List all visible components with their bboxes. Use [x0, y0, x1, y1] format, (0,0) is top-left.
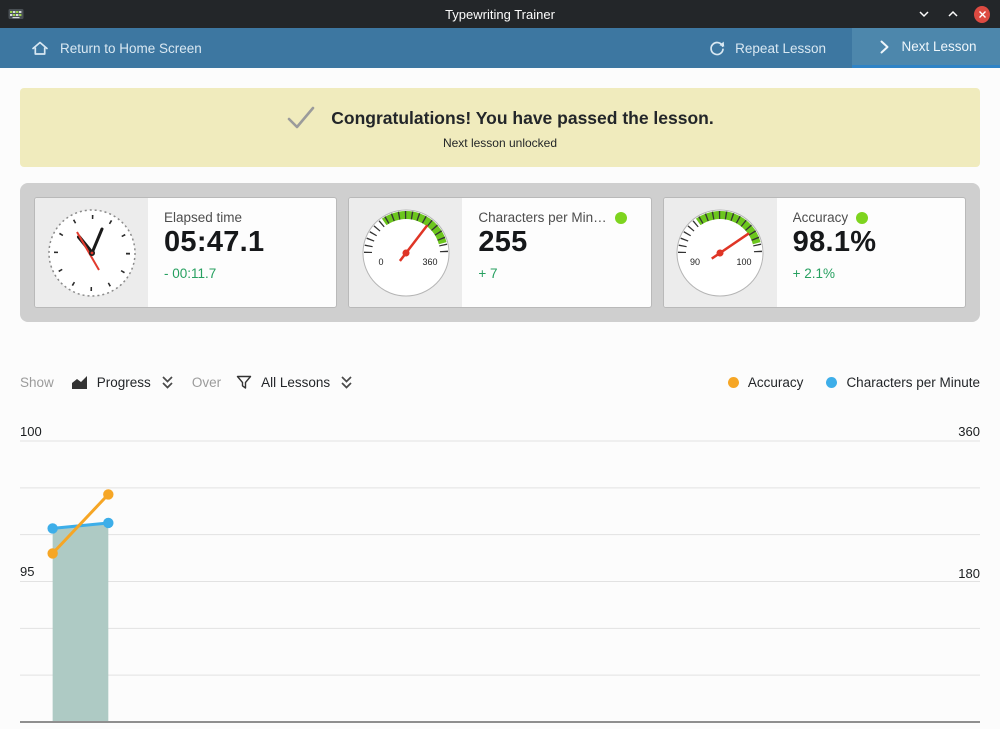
repeat-lesson-label: Repeat Lesson [735, 41, 826, 56]
banner-title: Congratulations! You have passed the les… [331, 108, 714, 129]
window-title: Typewriting Trainer [0, 7, 1000, 22]
chevron-double-down-icon [338, 373, 355, 392]
accuracy-label: Accuracy [793, 210, 849, 225]
stats-panel: Elapsed time 05:47.1 - 00:11.7 0 360 [20, 183, 980, 322]
accuracy-card: 90 100 Accuracy 98.1% + 2.1% [663, 197, 966, 308]
cpm-legend-label: Characters per Minute [846, 375, 980, 390]
filter-icon [235, 373, 253, 391]
close-icon [974, 6, 990, 23]
elapsed-time-delta: - 00:11.7 [164, 266, 320, 281]
accuracy-legend-dot [728, 377, 739, 388]
cpm-legend-dot [826, 377, 837, 388]
toolbar: Return to Home Screen Repeat Lesson Next… [0, 28, 1000, 68]
cpm-status-dot [615, 212, 627, 224]
metric-selector[interactable]: Progress [70, 373, 176, 392]
return-home-button[interactable]: Return to Home Screen [12, 28, 220, 68]
next-lesson-label: Next Lesson [901, 39, 976, 54]
lesson-filter[interactable]: All Lessons [235, 373, 355, 392]
toolbar-right: Repeat Lesson Next Lesson [682, 28, 1000, 68]
close-button[interactable] [974, 6, 990, 22]
accuracy-status-dot [856, 212, 868, 224]
minimize-button[interactable] [916, 6, 932, 22]
lesson-filter-value: All Lessons [261, 375, 330, 390]
next-lesson-button[interactable]: Next Lesson [852, 28, 1000, 68]
metric-selector-value: Progress [97, 375, 151, 390]
chevron-right-icon [875, 38, 893, 56]
accuracy-legend-label: Accuracy [748, 375, 804, 390]
maximize-button[interactable] [945, 6, 961, 22]
progress-chart [0, 420, 1000, 729]
success-banner: Congratulations! You have passed the les… [20, 88, 980, 167]
chevron-up-icon [947, 8, 959, 20]
repeat-lesson-button[interactable]: Repeat Lesson [682, 28, 852, 68]
refresh-icon [708, 39, 726, 57]
chevron-double-down-icon [159, 373, 176, 392]
cpm-gauge-icon: 0 360 [349, 198, 462, 307]
cpm-value: 255 [478, 226, 634, 259]
elapsed-time-value: 05:47.1 [164, 226, 320, 259]
accuracy-delta: + 2.1% [793, 266, 949, 281]
accuracy-gauge-min: 90 [690, 257, 700, 267]
accuracy-gauge-max: 100 [737, 257, 752, 267]
elapsed-time-card: Elapsed time 05:47.1 - 00:11.7 [34, 197, 337, 308]
check-icon [286, 105, 316, 131]
cpm-delta: + 7 [478, 266, 634, 281]
banner-subtitle: Next lesson unlocked [443, 136, 557, 150]
home-icon [30, 38, 50, 58]
chart-controls: Show Progress Over All Lessons Accur [20, 369, 980, 395]
chevron-down-icon [918, 8, 930, 20]
chart-legend: Accuracy Characters per Minute [728, 375, 980, 390]
app-window: Typewriting Trainer Return to Home Scree… [0, 0, 1000, 729]
return-home-label: Return to Home Screen [60, 41, 202, 56]
progress-chart-icon [70, 373, 89, 392]
over-label: Over [192, 375, 221, 390]
cpm-card: 0 360 Characters per Min… 255 + 7 [348, 197, 651, 308]
clock-icon [35, 198, 148, 307]
app-icon [8, 6, 24, 22]
show-label: Show [20, 375, 54, 390]
window-controls [916, 0, 990, 28]
cpm-gauge-max: 360 [422, 257, 437, 267]
titlebar: Typewriting Trainer [0, 0, 1000, 28]
accuracy-gauge-icon: 90 100 [664, 198, 777, 307]
elapsed-time-label: Elapsed time [164, 210, 242, 225]
accuracy-value: 98.1% [793, 226, 949, 259]
cpm-label: Characters per Min… [478, 210, 606, 225]
cpm-gauge-min: 0 [378, 257, 383, 267]
